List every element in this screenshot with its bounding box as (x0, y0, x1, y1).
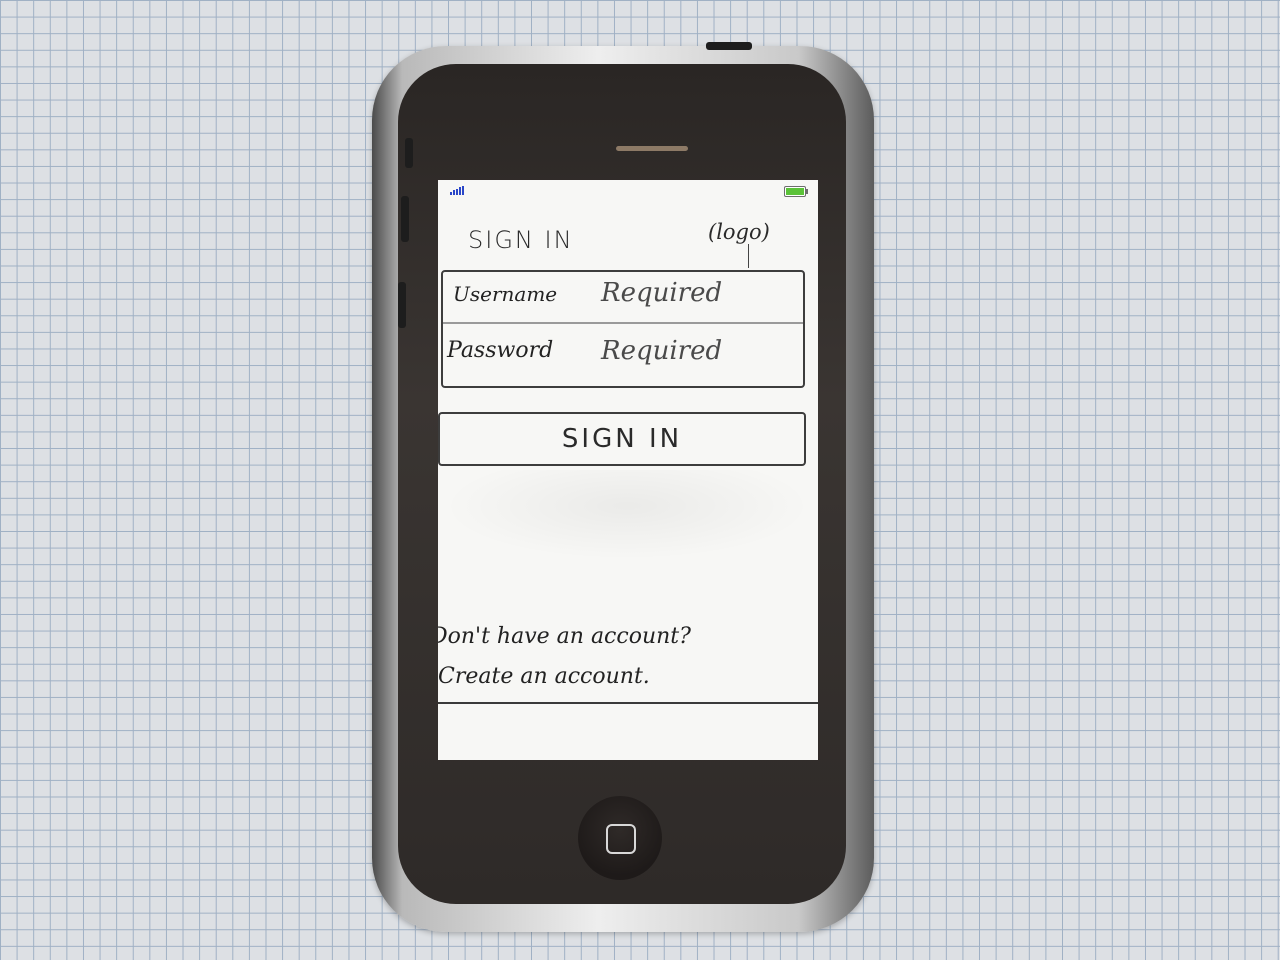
logo-placeholder: (logo) (708, 220, 770, 244)
logo-annotation-line (748, 244, 749, 268)
page-title: SIGN IN (468, 226, 574, 254)
bottom-divider (438, 702, 818, 704)
login-form: Username Required Password Required (441, 270, 805, 388)
signal-icon (450, 186, 464, 195)
phone-screen: SIGN IN (logo) Username Required Passwor… (438, 180, 818, 760)
no-account-prompt: Don't have an account? (438, 624, 691, 649)
username-label: Username (453, 282, 558, 306)
username-field[interactable]: Required (601, 278, 722, 308)
earpiece (616, 146, 688, 151)
battery-icon (784, 186, 808, 197)
power-button (706, 42, 752, 50)
home-button-icon (606, 824, 636, 854)
paper-smudge (442, 470, 812, 560)
volume-up-button (401, 196, 409, 242)
password-label: Password (447, 338, 554, 363)
home-button[interactable] (578, 796, 662, 880)
volume-down-button (398, 282, 406, 328)
username-row[interactable]: Username Required (443, 272, 803, 322)
create-account-link[interactable]: Create an account. (438, 664, 650, 689)
form-annotation-bracket (803, 292, 818, 362)
mute-switch (405, 138, 413, 168)
password-row[interactable]: Password Required (443, 324, 803, 384)
password-field[interactable]: Required (601, 336, 722, 366)
sign-in-button[interactable]: SIGN IN (438, 412, 806, 466)
status-bar (438, 180, 818, 202)
